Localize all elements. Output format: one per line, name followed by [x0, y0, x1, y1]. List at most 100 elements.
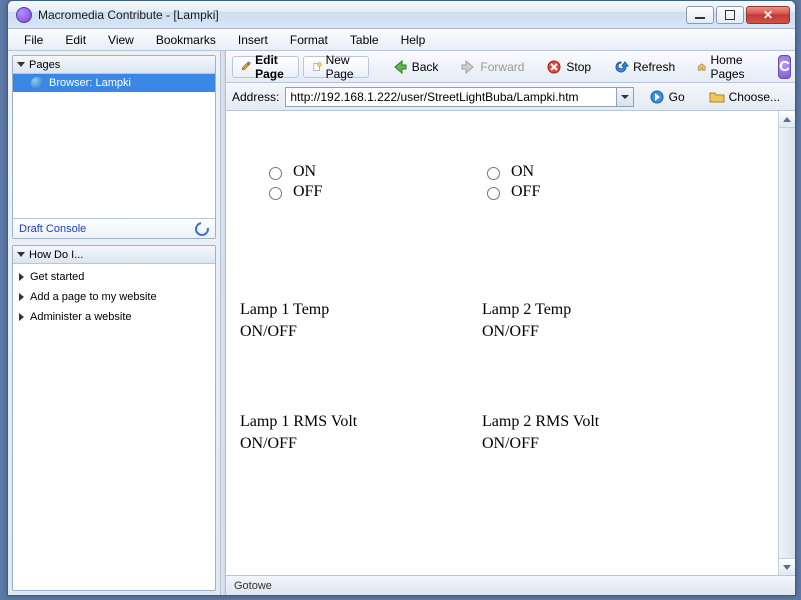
- howdo-header[interactable]: How Do I...: [13, 246, 215, 264]
- lamp2-radio-off[interactable]: OFF: [482, 183, 682, 201]
- caret-down-icon: [621, 95, 629, 99]
- new-file-icon: [312, 59, 322, 75]
- pages-item-browser[interactable]: Browser: Lampki: [13, 74, 215, 92]
- stop-button[interactable]: Stop: [537, 56, 600, 78]
- pages-title: Pages: [29, 59, 60, 71]
- edit-page-label: Edit Page: [255, 53, 290, 81]
- titlebar: Macromedia Contribute - [Lampki]: [8, 1, 795, 29]
- lamp1-radio-on[interactable]: ON: [264, 163, 482, 181]
- caret-down-icon: [783, 565, 791, 570]
- lamp2-temp-onoff: ON/OFF: [482, 321, 571, 343]
- status-text: Gotowe: [234, 580, 272, 592]
- contribute-logo-icon: C: [778, 55, 791, 79]
- pages-panel: Pages Browser: Lampki Draft Console: [12, 55, 216, 239]
- forward-button[interactable]: Forward: [451, 56, 533, 78]
- sync-icon: [192, 219, 211, 238]
- address-input[interactable]: [286, 88, 615, 106]
- scroll-up-button[interactable]: [779, 111, 795, 128]
- menubar: File Edit View Bookmarks Insert Format T…: [8, 29, 795, 51]
- home-pages-label: Home Pages: [711, 53, 752, 81]
- draft-console-label: Draft Console: [19, 223, 86, 235]
- go-button[interactable]: Go: [640, 86, 694, 108]
- lamp1-radio-off[interactable]: OFF: [264, 183, 482, 201]
- globe-icon: [31, 77, 43, 89]
- refresh-label: Refresh: [633, 60, 675, 74]
- main-area: Pages Browser: Lampki Draft Console: [8, 51, 795, 595]
- window-buttons: [686, 6, 790, 24]
- chevron-right-icon: [19, 293, 24, 301]
- howdo-item-label: Get started: [30, 271, 84, 283]
- lamp2-rms-onoff: ON/OFF: [482, 433, 599, 455]
- minimize-button[interactable]: [686, 6, 714, 24]
- go-label: Go: [669, 90, 685, 104]
- lamp1-rms-onoff: ON/OFF: [240, 433, 482, 455]
- menu-insert[interactable]: Insert: [228, 31, 278, 49]
- lamp2-temp-label: Lamp 2 Temp: [482, 299, 571, 321]
- pencil-icon: [241, 59, 251, 75]
- chevron-right-icon: [19, 313, 24, 321]
- vertical-scrollbar[interactable]: [778, 111, 795, 575]
- statusbar: Gotowe: [226, 575, 795, 595]
- howdo-item-label: Add a page to my website: [30, 291, 157, 303]
- scroll-down-button[interactable]: [779, 558, 795, 575]
- go-icon: [649, 89, 665, 105]
- caret-up-icon: [783, 117, 791, 122]
- arrow-left-icon: [392, 59, 408, 75]
- browser-viewport: ON OFF ON: [226, 111, 795, 575]
- radio-input[interactable]: [269, 187, 282, 200]
- stop-icon: [546, 59, 562, 75]
- content-area: Edit Page New Page Back: [226, 51, 795, 595]
- radio-input[interactable]: [487, 167, 500, 180]
- menu-table[interactable]: Table: [340, 31, 389, 49]
- toolbar: Edit Page New Page Back: [226, 51, 795, 83]
- refresh-icon: [613, 59, 629, 75]
- caret-down-icon: [17, 62, 25, 67]
- howdo-panel: How Do I... Get started Add a page to my…: [12, 245, 216, 591]
- address-combo[interactable]: [285, 87, 633, 107]
- caret-down-icon: [17, 252, 25, 257]
- close-button[interactable]: [746, 6, 790, 24]
- lamp2-radio-on[interactable]: ON: [482, 163, 682, 181]
- howdo-title: How Do I...: [29, 249, 83, 261]
- menu-file[interactable]: File: [14, 31, 53, 49]
- draft-console-button[interactable]: Draft Console: [13, 218, 215, 238]
- howdo-get-started[interactable]: Get started: [15, 267, 213, 287]
- menu-bookmarks[interactable]: Bookmarks: [146, 31, 226, 49]
- stop-label: Stop: [566, 60, 591, 74]
- arrow-right-icon: [460, 59, 476, 75]
- forward-label: Forward: [480, 60, 524, 74]
- edit-page-button[interactable]: Edit Page: [232, 56, 299, 78]
- radio-input[interactable]: [269, 167, 282, 180]
- new-page-button[interactable]: New Page: [303, 56, 369, 78]
- radio-label-on: ON: [293, 163, 316, 181]
- back-label: Back: [412, 60, 439, 74]
- home-pages-button[interactable]: Home Pages: [688, 56, 760, 78]
- menu-help[interactable]: Help: [391, 31, 436, 49]
- back-button[interactable]: Back: [383, 56, 448, 78]
- lamp2-rms-label: Lamp 2 RMS Volt: [482, 411, 599, 433]
- app-window: Macromedia Contribute - [Lampki] File Ed…: [7, 0, 796, 596]
- howdo-item-label: Administer a website: [30, 311, 132, 323]
- howdo-add-page[interactable]: Add a page to my website: [15, 287, 213, 307]
- pages-list: Browser: Lampki: [13, 74, 215, 218]
- chevron-right-icon: [19, 273, 24, 281]
- address-dropdown-button[interactable]: [616, 88, 633, 106]
- pages-item-label: Browser: Lampki: [49, 77, 131, 89]
- menu-view[interactable]: View: [98, 31, 144, 49]
- radio-label-off: OFF: [293, 183, 322, 201]
- new-page-label: New Page: [326, 53, 360, 81]
- pages-header[interactable]: Pages: [13, 56, 215, 74]
- menu-format[interactable]: Format: [280, 31, 338, 49]
- scroll-track[interactable]: [779, 128, 795, 558]
- maximize-button[interactable]: [716, 6, 744, 24]
- page-content: ON OFF ON: [226, 111, 778, 575]
- refresh-button[interactable]: Refresh: [604, 56, 684, 78]
- menu-edit[interactable]: Edit: [55, 31, 96, 49]
- choose-label: Choose...: [729, 90, 780, 104]
- howdo-administer[interactable]: Administer a website: [15, 307, 213, 327]
- choose-button[interactable]: Choose...: [700, 86, 789, 108]
- radio-input[interactable]: [487, 187, 500, 200]
- radio-label-off: OFF: [511, 183, 540, 201]
- lamp1-rms-label: Lamp 1 RMS Volt: [240, 411, 482, 433]
- radio-label-on: ON: [511, 163, 534, 181]
